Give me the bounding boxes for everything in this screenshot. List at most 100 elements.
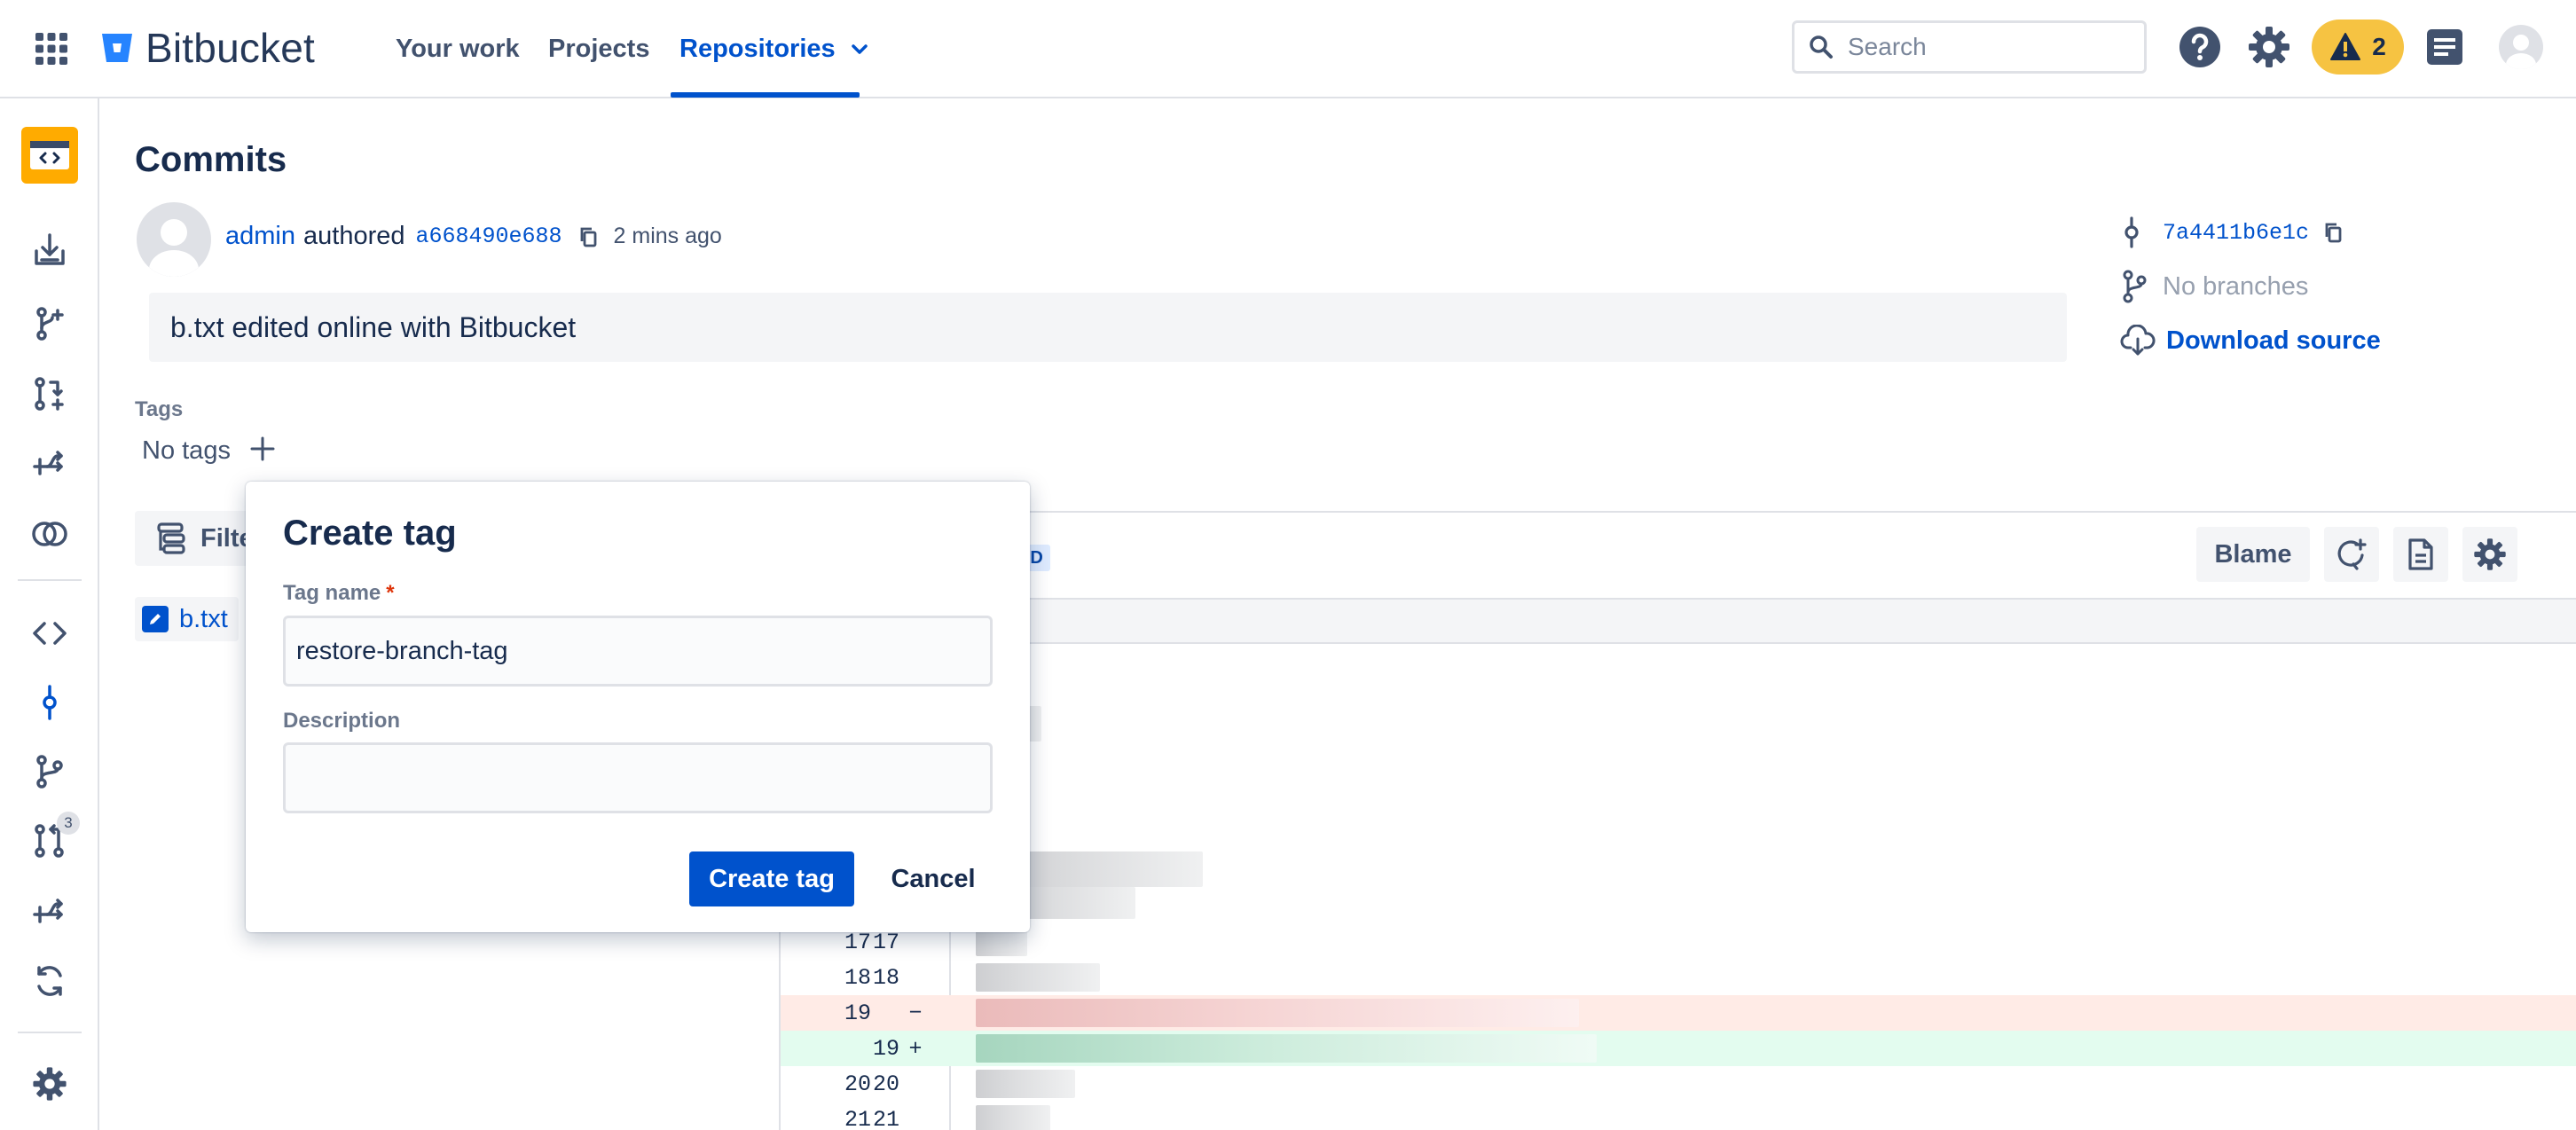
grid-icon[interactable] xyxy=(34,31,69,67)
alert-count: 2 xyxy=(2372,33,2386,60)
new-line-number: 19 xyxy=(872,1036,899,1062)
redacted-code xyxy=(976,1034,1597,1063)
nav-repositories-label: Repositories xyxy=(679,35,836,63)
file-tree-item[interactable]: b.txt xyxy=(135,597,239,641)
description-label: Description xyxy=(283,709,401,733)
pull-requests-count-badge: 3 xyxy=(57,812,80,835)
diff-hunk-header xyxy=(781,600,2576,644)
plus-icon xyxy=(249,436,276,462)
search-input[interactable] xyxy=(1848,33,2132,61)
sync-icon[interactable] xyxy=(31,962,68,1000)
chevron-down-icon xyxy=(851,43,868,55)
pencil-edit-icon xyxy=(142,606,169,632)
commit-meta: admin authored a668490e688 2 mins ago xyxy=(225,222,722,251)
redacted-code xyxy=(976,1070,1075,1098)
user-avatar-icon[interactable] xyxy=(2498,24,2544,70)
download-source-link[interactable]: Download source xyxy=(2120,325,2381,357)
filter-icon xyxy=(156,521,188,556)
top-navigation: Bitbucket Your work Projects Repositorie… xyxy=(0,0,2576,98)
author-avatar[interactable] xyxy=(137,202,211,277)
commit-node-icon xyxy=(2120,216,2143,248)
filter-files-button[interactable]: Filter xyxy=(135,511,259,566)
authored-text: authored xyxy=(303,222,405,250)
clone-icon[interactable] xyxy=(31,231,68,269)
sidebar-divider xyxy=(18,579,82,581)
new-line-number: 21 xyxy=(872,1107,899,1130)
tags-label: Tags xyxy=(135,397,184,421)
no-tags-text: No tags xyxy=(142,436,231,465)
nav-your-work-label: Your work xyxy=(396,35,520,63)
required-marker: * xyxy=(386,581,395,605)
commit-hash-link[interactable]: a668490e688 xyxy=(416,224,562,249)
commit-time: 2 mins ago xyxy=(613,224,722,248)
code-repository-icon[interactable] xyxy=(21,127,78,184)
forks-icon[interactable] xyxy=(31,893,68,930)
commits-icon[interactable] xyxy=(31,684,68,721)
tag-name-input[interactable] xyxy=(283,616,993,687)
redacted-code xyxy=(976,963,1100,992)
question-circle-icon[interactable] xyxy=(2177,24,2223,70)
search-box[interactable] xyxy=(1792,20,2147,74)
repository-sidebar: 3 xyxy=(0,98,99,1130)
view-file-button[interactable] xyxy=(2393,527,2448,582)
redacted-code xyxy=(976,1105,1050,1130)
create-tag-dialog: Create tag Tag name* Description Create … xyxy=(246,482,1030,932)
file-name: b.txt xyxy=(179,604,228,633)
notification-feed-icon[interactable] xyxy=(2422,24,2468,70)
nav-projects-label: Projects xyxy=(548,35,650,63)
nav-projects[interactable]: Projects xyxy=(548,0,649,98)
redacted-code xyxy=(1002,851,1203,887)
bitbucket-bucket-icon xyxy=(101,33,133,63)
redacted-code xyxy=(976,999,1579,1027)
fork-icon[interactable] xyxy=(31,445,68,483)
gear-icon[interactable] xyxy=(2246,24,2292,70)
copy-icon[interactable] xyxy=(2323,222,2343,243)
comment-refresh-button[interactable] xyxy=(2324,527,2379,582)
bitbucket-logo[interactable]: Bitbucket xyxy=(101,25,316,71)
download-source-label: Download source xyxy=(2166,326,2381,355)
compare-icon[interactable] xyxy=(31,515,68,553)
create-tag-button[interactable]: Create tag xyxy=(689,851,854,906)
diff-line: 20 20 xyxy=(781,1066,2576,1102)
logo-text: Bitbucket xyxy=(145,25,316,71)
nav-repositories[interactable]: Repositories xyxy=(679,0,868,98)
blame-button[interactable]: Blame xyxy=(2196,527,2310,582)
copy-icon[interactable] xyxy=(578,226,598,247)
tag-name-label-text: Tag name xyxy=(283,581,381,605)
new-line-number: 17 xyxy=(872,930,899,955)
cloud-download-icon xyxy=(2120,325,2156,357)
dialog-title: Create tag xyxy=(283,514,457,553)
page-title: Commits xyxy=(135,140,287,179)
warning-triangle-icon xyxy=(2329,32,2361,62)
no-branches-text: No branches xyxy=(2163,271,2309,301)
diff-line-added: 19 + xyxy=(781,1031,2576,1066)
sidebar-divider xyxy=(18,1032,82,1033)
create-branch-icon[interactable] xyxy=(31,305,68,342)
old-line-number: 19 xyxy=(844,1001,871,1026)
diff-line: 17 17 xyxy=(781,924,2576,960)
diff-line-removed: 19 − xyxy=(781,995,2576,1031)
active-nav-indicator xyxy=(671,92,860,98)
description-input[interactable] xyxy=(283,742,993,813)
gear-icon xyxy=(2472,537,2508,572)
comment-add-icon xyxy=(2335,538,2368,571)
branches-icon[interactable] xyxy=(31,753,68,790)
branches-row: No branches xyxy=(2120,270,2308,303)
create-pull-request-icon[interactable] xyxy=(31,375,68,412)
source-code-icon[interactable] xyxy=(31,615,68,652)
author-link[interactable]: admin xyxy=(225,222,295,251)
cancel-button[interactable]: Cancel xyxy=(867,851,1000,906)
search-icon xyxy=(1809,35,1834,59)
parent-commit-link[interactable]: 7a4411b6e1c xyxy=(2163,220,2309,246)
diff-settings-button[interactable] xyxy=(2462,527,2517,582)
nav-your-work[interactable]: Your work xyxy=(396,0,520,98)
diff-header: ED Blame xyxy=(781,513,2576,600)
repository-settings-icon[interactable] xyxy=(31,1065,68,1103)
alert-badge[interactable]: 2 xyxy=(2312,20,2404,75)
add-tag-button[interactable] xyxy=(245,431,280,467)
blame-label: Blame xyxy=(2214,539,2292,569)
tag-name-label: Tag name * xyxy=(283,581,395,606)
commit-message: b.txt edited online with Bitbucket xyxy=(149,293,2067,362)
new-line-number: 20 xyxy=(872,1071,899,1097)
commit-message-text: b.txt edited online with Bitbucket xyxy=(170,310,577,343)
